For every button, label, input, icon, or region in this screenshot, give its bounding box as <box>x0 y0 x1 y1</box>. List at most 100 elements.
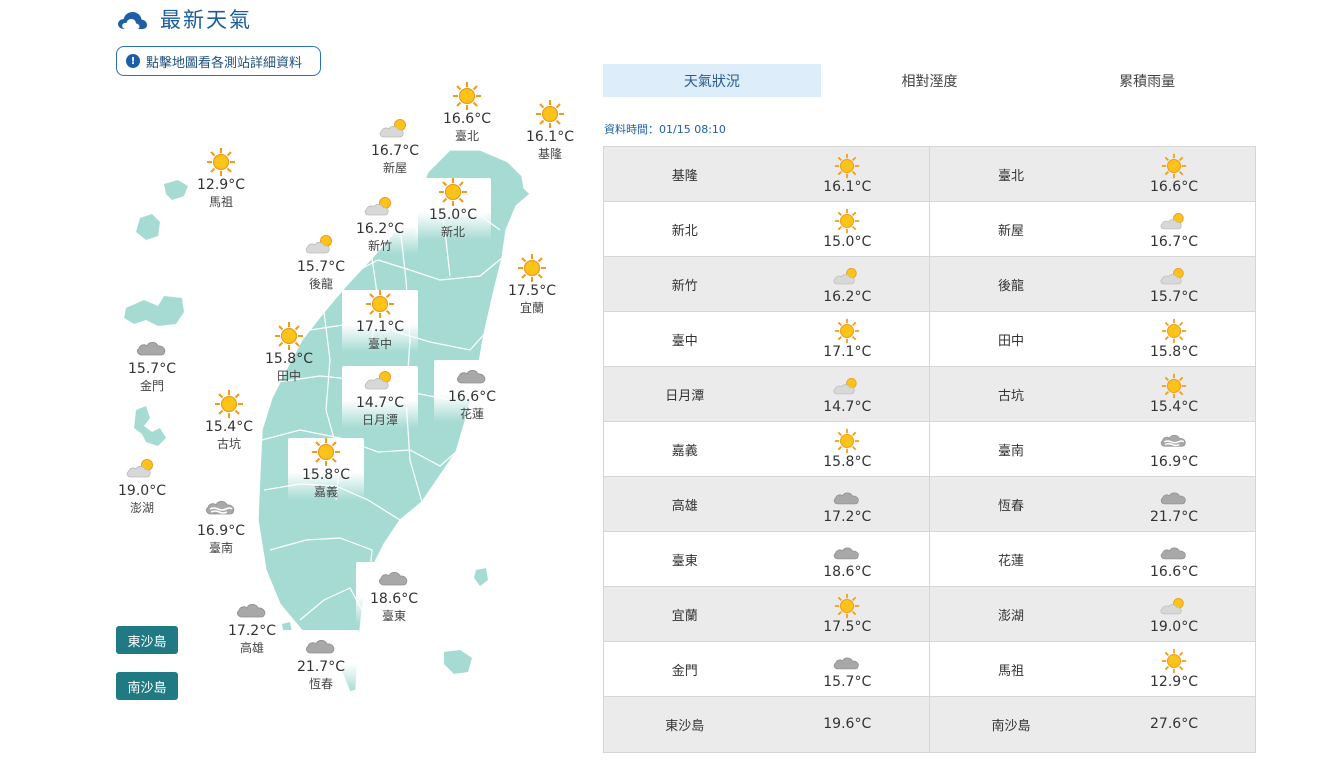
map-station-penghu[interactable]: 19.0°C 澎湖 <box>104 454 180 516</box>
map-station-tainan[interactable]: 16.9°C 臺南 <box>183 494 259 556</box>
table-cell[interactable]: 古坑 15.4°C <box>930 367 1256 421</box>
section-header: 最新天氣 <box>116 4 252 34</box>
sunny-icon <box>429 82 505 110</box>
table-cell[interactable]: 南沙島 27.6°C <box>930 697 1256 752</box>
cloudy-icon <box>356 562 432 590</box>
cloudy-icon <box>1159 538 1189 564</box>
station-temp: 15.8°C <box>823 454 872 470</box>
station-temp: 17.5°C <box>823 619 872 635</box>
table-cell[interactable]: 臺南 16.9°C <box>930 422 1256 476</box>
station-name: 馬祖 <box>997 663 1024 679</box>
map-station-taitung[interactable]: 18.6°C 臺東 <box>356 562 432 624</box>
station-name: 金門 <box>671 663 698 679</box>
station-name: 臺北 <box>997 168 1024 184</box>
station-name: 臺南 <box>997 443 1024 459</box>
station-name: 高雄 <box>239 641 264 655</box>
station-temp: 16.7°C <box>371 143 419 159</box>
cloudy-icon <box>214 594 290 622</box>
table-cell[interactable]: 馬祖 12.9°C <box>930 642 1256 696</box>
partly-cloudy-icon <box>104 454 180 482</box>
info-icon: ! <box>126 54 140 68</box>
table-cell[interactable]: 新竹 16.2°C <box>604 257 930 311</box>
table-cell[interactable]: 宜蘭 17.5°C <box>604 587 930 641</box>
nansha-island-button[interactable]: 南沙島 <box>116 672 178 700</box>
table-cell[interactable]: 臺中 17.1°C <box>604 312 930 366</box>
map-station-gukeng[interactable]: 15.4°C 古坑 <box>191 390 267 452</box>
station-name: 宜蘭 <box>519 301 544 315</box>
sunny-icon <box>183 148 259 176</box>
map-station-kaohsiung[interactable]: 17.2°C 高雄 <box>214 594 290 656</box>
table-cell[interactable]: 日月潭 14.7°C <box>604 367 930 421</box>
table-row: 新北 15.0°C 新屋 16.7°C <box>604 202 1255 257</box>
station-name: 臺東 <box>671 553 698 569</box>
map-station-taipei[interactable]: 16.6°C 臺北 <box>429 82 505 144</box>
map-station-sun-moon-lake[interactable]: 14.7°C 日月潭 <box>342 366 418 428</box>
map-station-kinmen[interactable]: 15.7°C 金門 <box>114 332 190 394</box>
partly-cloudy-icon <box>283 230 359 258</box>
tab-rainfall[interactable]: 累積雨量 <box>1038 64 1256 97</box>
partly-cloudy-icon <box>342 192 418 220</box>
tab-bar: 天氣狀況 相對溼度 累積雨量 <box>603 64 1256 97</box>
map-station-chiayi[interactable]: 15.8°C 嘉義 <box>288 438 364 500</box>
sunny-icon <box>191 390 267 418</box>
table-cell[interactable]: 高雄 17.2°C <box>604 477 930 531</box>
station-temp: 17.2°C <box>228 623 276 639</box>
map-station-yilan[interactable]: 17.5°C 宜蘭 <box>494 254 570 316</box>
map-station-new-taipei[interactable]: 15.0°C 新北 <box>415 178 491 240</box>
tab-weather[interactable]: 天氣狀況 <box>603 64 821 97</box>
table-cell[interactable]: 嘉義 15.8°C <box>604 422 930 476</box>
map-station-matsu[interactable]: 12.9°C 馬祖 <box>183 148 259 210</box>
station-temp: 15.8°C <box>1150 344 1198 360</box>
station-name: 基隆 <box>537 147 562 161</box>
station-temp: 16.7°C <box>1150 234 1198 250</box>
station-name: 臺中 <box>367 337 392 351</box>
weather-page: { "header": { "title": "最新天氣", "icon": "… <box>0 0 1338 776</box>
table-cell[interactable]: 東沙島 19.6°C <box>604 697 930 752</box>
table-cell[interactable]: 恆春 21.7°C <box>930 477 1256 531</box>
table-cell[interactable]: 新屋 16.7°C <box>930 202 1256 256</box>
dongsha-island-button[interactable]: 東沙島 <box>116 626 178 654</box>
cloud-icon <box>118 12 147 29</box>
table-cell[interactable]: 臺北 16.6°C <box>930 147 1256 201</box>
table-cell[interactable]: 後龍 15.7°C <box>930 257 1256 311</box>
partly-cloudy-icon <box>832 373 862 399</box>
station-temp: 16.1°C <box>526 129 574 145</box>
map-station-tianzhong[interactable]: 15.8°C 田中 <box>251 322 327 384</box>
map-info-button[interactable]: ! 點擊地圖看各測站詳細資料 <box>116 46 321 76</box>
tab-humidity[interactable]: 相對溼度 <box>821 64 1039 97</box>
table-cell[interactable]: 新北 15.0°C <box>604 202 930 256</box>
station-temp: 16.6°C <box>443 111 491 127</box>
table-cell[interactable]: 田中 15.8°C <box>930 312 1256 366</box>
station-name: 臺東 <box>381 609 406 623</box>
table-cell[interactable]: 金門 15.7°C <box>604 642 930 696</box>
sunny-icon <box>834 428 860 454</box>
map-station-hualien[interactable]: 16.6°C 花蓮 <box>434 360 510 422</box>
table-row: 金門 15.7°C 馬祖 12.9°C <box>604 642 1255 697</box>
map-station-hengchun[interactable]: 21.7°C 恆春 <box>283 630 359 692</box>
station-name: 古坑 <box>997 388 1024 404</box>
station-name: 新竹 <box>671 278 698 294</box>
station-temp: 17.1°C <box>823 344 872 360</box>
station-name: 南沙島 <box>991 719 1031 734</box>
map-station-taichung[interactable]: 17.1°C 臺中 <box>342 290 418 352</box>
map-station-houlong[interactable]: 15.7°C 後龍 <box>283 230 359 292</box>
map-station-xinwu[interactable]: 16.7°C 新屋 <box>357 114 433 176</box>
table-cell[interactable]: 基隆 16.1°C <box>604 147 930 201</box>
map-station-keelung[interactable]: 16.1°C 基隆 <box>512 100 588 162</box>
station-temp: 27.6°C <box>1150 716 1198 732</box>
station-name: 澎湖 <box>129 501 154 515</box>
station-temp: 15.8°C <box>302 467 350 483</box>
station-temp: 19.6°C <box>823 716 872 732</box>
table-cell[interactable]: 花蓮 16.6°C <box>930 532 1256 586</box>
table-row: 日月潭 14.7°C 古坑 15.4°C <box>604 367 1255 422</box>
cloudy-icon <box>434 360 510 388</box>
table-row: 新竹 16.2°C 後龍 15.7°C <box>604 257 1255 312</box>
table-row: 臺中 17.1°C 田中 15.8°C <box>604 312 1255 367</box>
table-cell[interactable]: 臺東 18.6°C <box>604 532 930 586</box>
station-name: 臺北 <box>454 129 479 143</box>
station-name: 嘉義 <box>313 485 338 499</box>
table-cell[interactable]: 澎湖 19.0°C <box>930 587 1256 641</box>
table-row: 宜蘭 17.5°C 澎湖 19.0°C <box>604 587 1255 642</box>
sunny-icon <box>415 178 491 206</box>
station-name: 新屋 <box>382 161 407 175</box>
